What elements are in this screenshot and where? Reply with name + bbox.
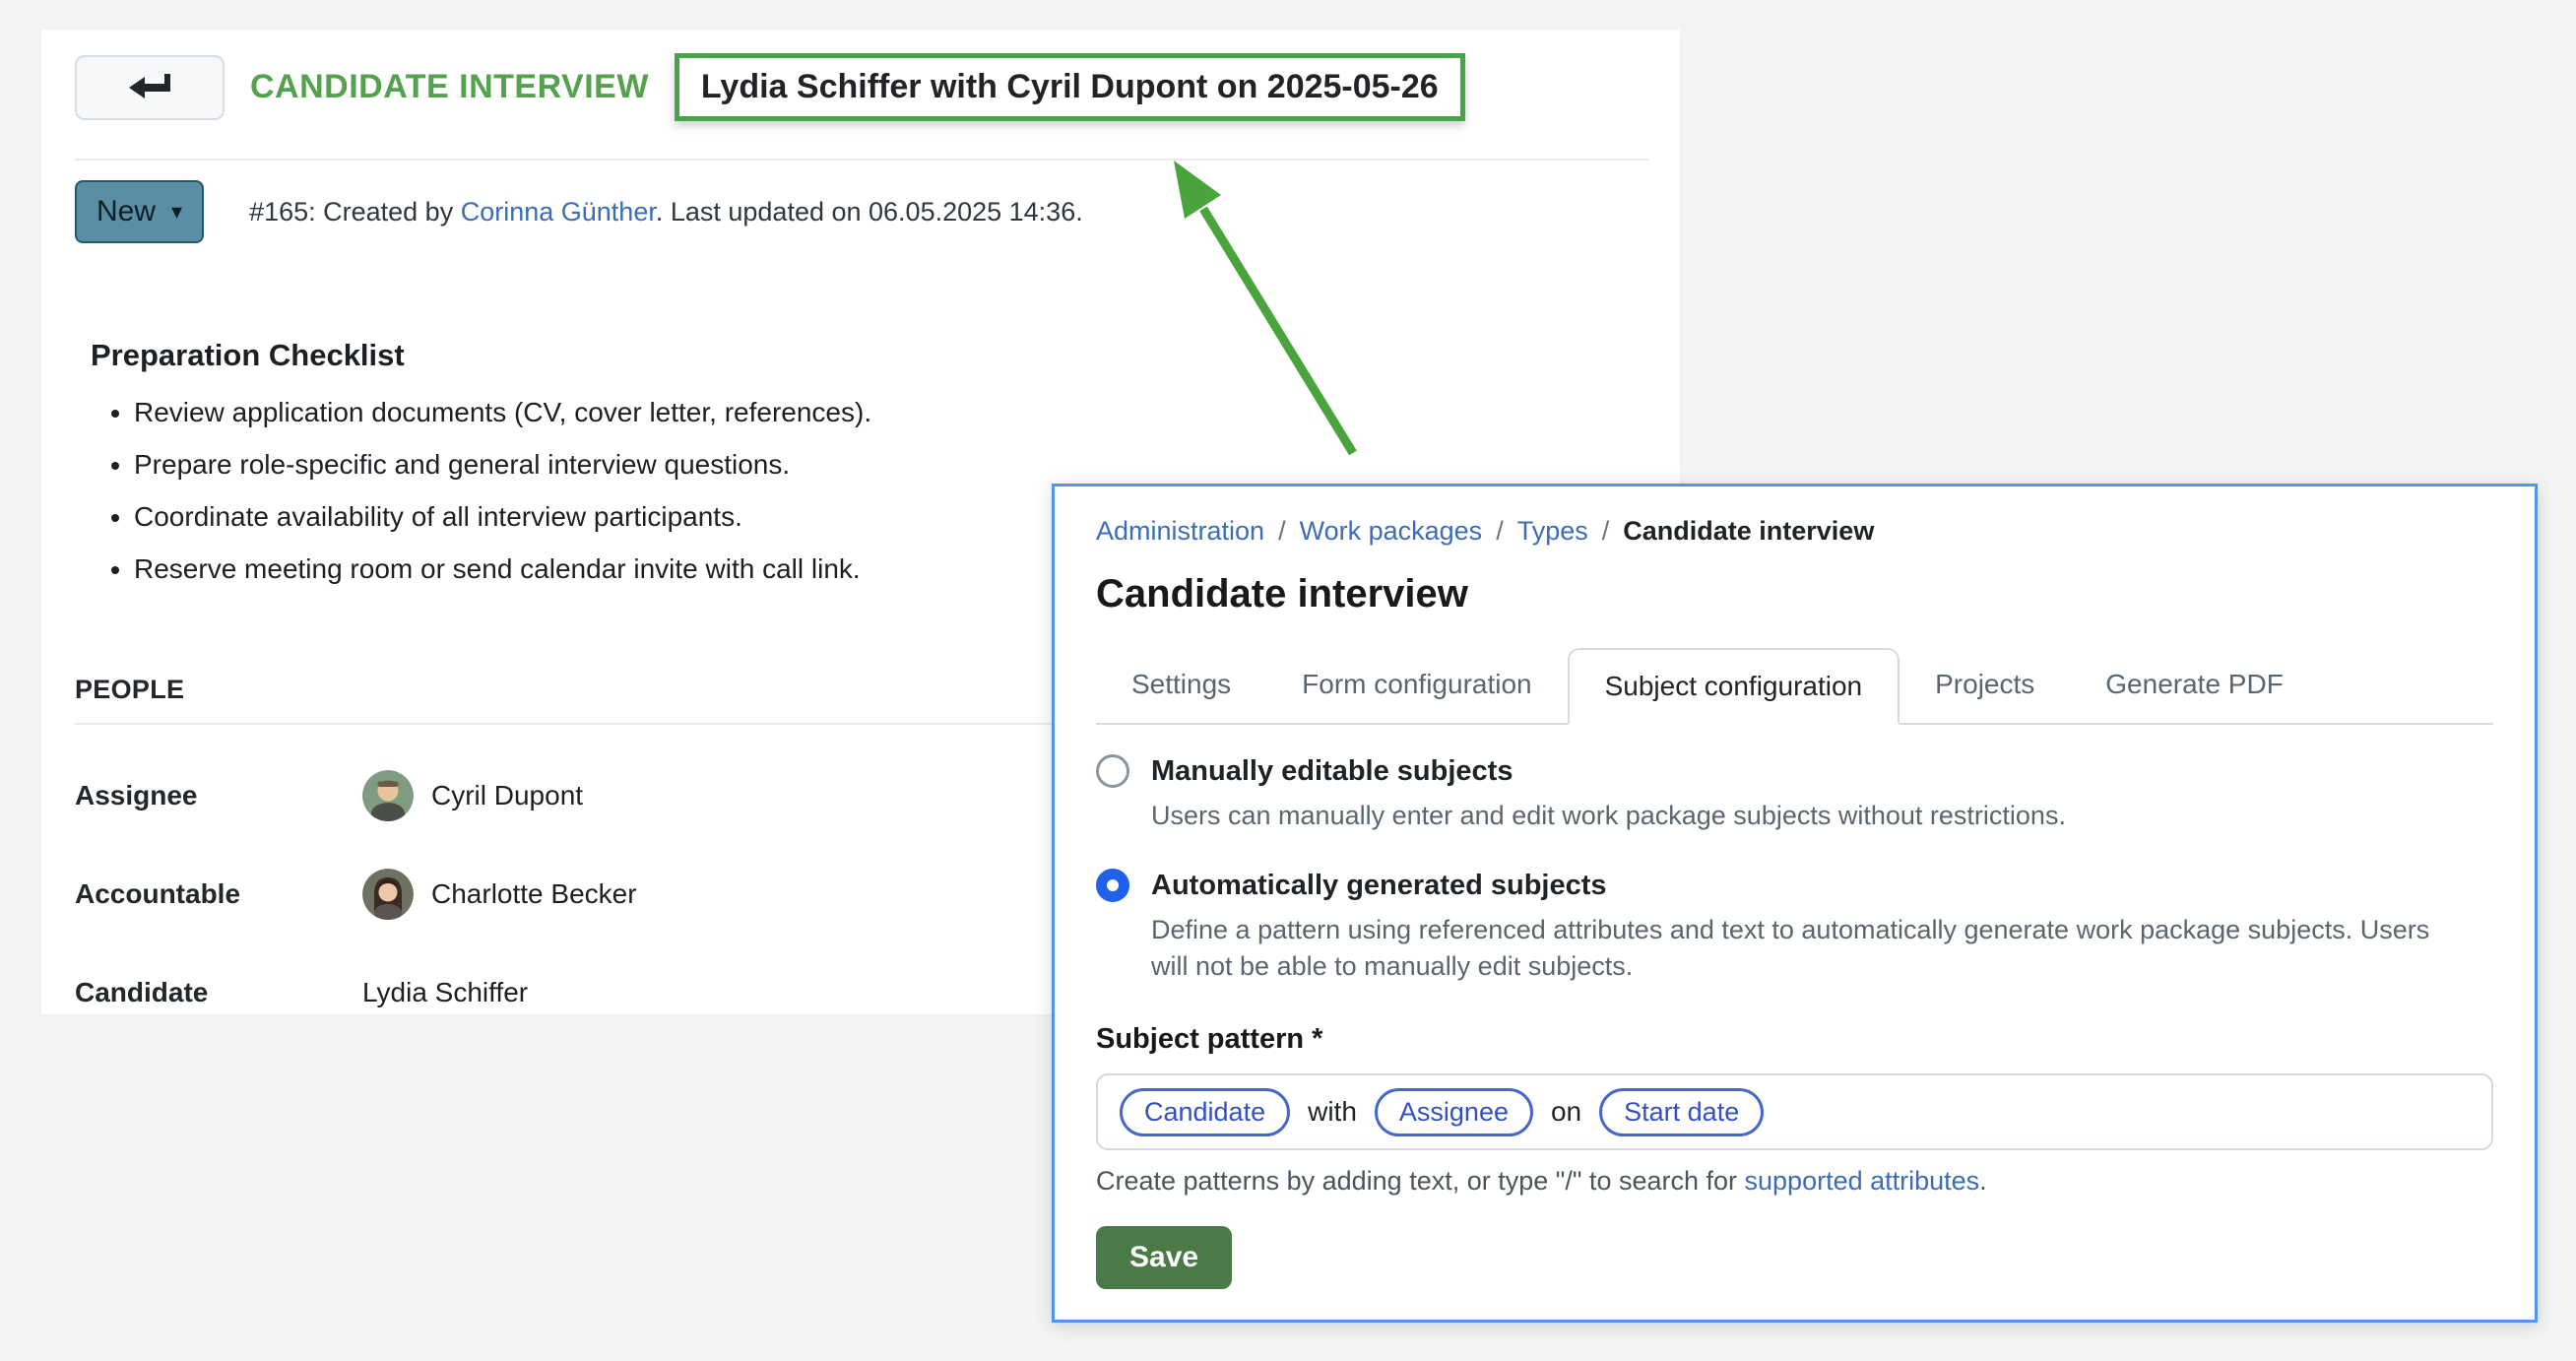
- people-row-value[interactable]: Cyril Dupont: [362, 770, 583, 821]
- back-arrow-icon: [127, 72, 172, 103]
- meta-created-prefix: #165: Created by: [249, 197, 461, 227]
- breadcrumb-types[interactable]: Types: [1517, 516, 1588, 547]
- helper-suffix: .: [1979, 1166, 1987, 1196]
- header-divider: [75, 159, 1648, 161]
- back-button[interactable]: [75, 55, 225, 120]
- avatar: [362, 869, 414, 920]
- work-package-meta: #165: Created by Corinna Günther. Last u…: [249, 197, 1083, 227]
- pattern-text: on: [1551, 1096, 1581, 1128]
- work-package-subject: Lydia Schiffer with Cyril Dupont on 2025…: [675, 53, 1465, 121]
- people-row-value[interactable]: Lydia Schiffer: [362, 977, 528, 1008]
- people-row-value[interactable]: Charlotte Becker: [362, 869, 637, 920]
- radio-icon-checked[interactable]: [1096, 869, 1129, 902]
- status-dropdown-button[interactable]: New ▾: [75, 180, 204, 243]
- work-package-type-label: CANDIDATE INTERVIEW: [250, 68, 649, 106]
- person-name: Lydia Schiffer: [362, 977, 528, 1008]
- option-automatically-generated: Automatically generated subjects Define …: [1096, 869, 2493, 984]
- meta-updated-suffix: . Last updated on 06.05.2025 14:36.: [656, 197, 1083, 227]
- author-link[interactable]: Corinna Günther: [461, 197, 656, 227]
- person-name: Cyril Dupont: [431, 780, 583, 811]
- pattern-chip-candidate[interactable]: Candidate: [1120, 1088, 1290, 1136]
- option-manually-editable: Manually editable subjects Users can man…: [1096, 754, 2493, 833]
- breadcrumb-separator: /: [1278, 516, 1286, 547]
- helper-prefix: Create patterns by adding text, or type …: [1096, 1166, 1745, 1196]
- breadcrumb-work-packages[interactable]: Work packages: [1300, 516, 1483, 547]
- subject-configuration-panel: Administration / Work packages / Types /…: [1052, 484, 2538, 1323]
- checklist-item: Prepare role-specific and general interv…: [134, 447, 1648, 482]
- person-name: Charlotte Becker: [431, 878, 637, 910]
- avatar: [362, 770, 414, 821]
- tab-bar: Settings Form configuration Subject conf…: [1096, 646, 2493, 725]
- breadcrumb-current: Candidate interview: [1623, 516, 1874, 547]
- tab-generate-pdf[interactable]: Generate PDF: [2070, 646, 2319, 723]
- subject-mode-options: Manually editable subjects Users can man…: [1096, 754, 2493, 984]
- status-label: New: [97, 195, 156, 228]
- people-row-label: Candidate: [75, 977, 362, 1008]
- option-description: Users can manually enter and edit work p…: [1151, 798, 2471, 833]
- radio-icon-unchecked[interactable]: [1096, 754, 1129, 788]
- work-package-header: CANDIDATE INTERVIEW Lydia Schiffer with …: [41, 30, 1680, 121]
- breadcrumb-separator: /: [1496, 516, 1504, 547]
- tab-settings[interactable]: Settings: [1096, 646, 1266, 723]
- pattern-chip-assignee[interactable]: Assignee: [1375, 1088, 1533, 1136]
- option-description: Define a pattern using referenced attrib…: [1151, 912, 2471, 984]
- supported-attributes-link[interactable]: supported attributes: [1745, 1166, 1980, 1196]
- pattern-text: with: [1308, 1096, 1357, 1128]
- people-row-label: Accountable: [75, 878, 362, 910]
- chevron-down-icon: ▾: [171, 201, 182, 223]
- checklist-item: Review application documents (CV, cover …: [134, 395, 1648, 429]
- checklist-title: Preparation Checklist: [91, 338, 1648, 373]
- tab-subject-configuration[interactable]: Subject configuration: [1568, 648, 1900, 725]
- subject-pattern-label: Subject pattern *: [1096, 1023, 2493, 1056]
- pattern-chip-start-date[interactable]: Start date: [1599, 1088, 1764, 1136]
- save-button[interactable]: Save: [1096, 1226, 1232, 1289]
- breadcrumb-separator: /: [1602, 516, 1610, 547]
- people-row-label: Assignee: [75, 780, 362, 811]
- radio-automatically-generated[interactable]: Automatically generated subjects: [1096, 869, 2493, 902]
- breadcrumb-administration[interactable]: Administration: [1096, 516, 1264, 547]
- option-label: Manually editable subjects: [1151, 755, 1513, 788]
- subject-pattern-input[interactable]: Candidate with Assignee on Start date: [1096, 1073, 2493, 1150]
- tab-projects[interactable]: Projects: [1900, 646, 2070, 723]
- radio-manually-editable[interactable]: Manually editable subjects: [1096, 754, 2493, 788]
- tab-form-configuration[interactable]: Form configuration: [1266, 646, 1567, 723]
- status-row: New ▾ #165: Created by Corinna Günther. …: [75, 180, 1648, 243]
- pattern-helper-text: Create patterns by adding text, or type …: [1096, 1166, 2493, 1197]
- panel-title: Candidate interview: [1096, 572, 2493, 616]
- breadcrumb: Administration / Work packages / Types /…: [1096, 516, 2493, 547]
- option-label: Automatically generated subjects: [1151, 870, 1607, 902]
